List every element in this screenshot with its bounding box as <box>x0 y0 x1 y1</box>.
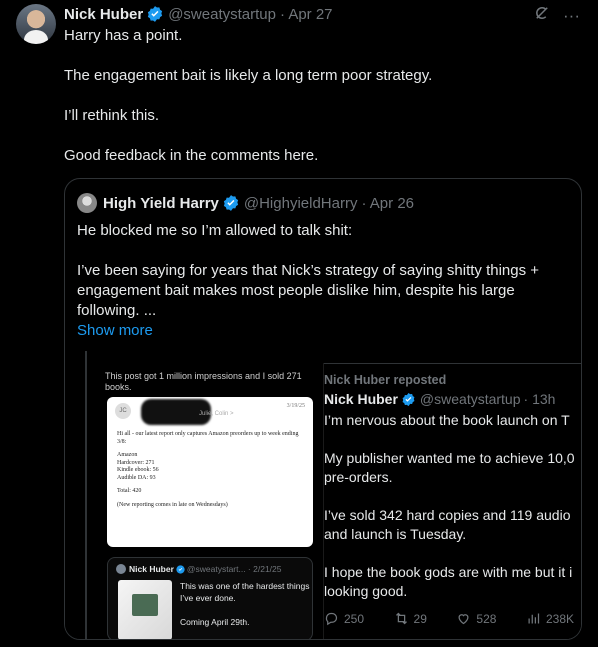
reply-stat: 250 <box>324 611 364 626</box>
email-date: 3/19/25 <box>286 403 305 409</box>
tweet-date[interactable]: · Apr 27 <box>280 6 333 23</box>
tweet-text: Harry has a point. The engagement bait i… <box>64 26 584 186</box>
quote-author-handle: @HighyieldHarry <box>243 194 358 212</box>
like-stat: 528 <box>456 611 496 626</box>
repost-line: I’ve sold 342 hard copies and 119 audio … <box>324 507 571 542</box>
embedded-tweet-text: This was one of the hardest things I’ve … <box>180 580 310 628</box>
email-recipients: Julie, Colin > <box>199 411 234 417</box>
verified-badge-icon <box>148 6 163 22</box>
email-line: Hardcover: 271 <box>117 459 155 466</box>
thread-line <box>85 351 87 639</box>
like-count: 528 <box>476 611 497 626</box>
repost-count: 29 <box>413 611 427 626</box>
verified-badge-icon <box>223 195 238 211</box>
tweet-top-actions: ··· <box>533 4 580 27</box>
email-line: Kindle ebook: 56 <box>117 467 159 473</box>
email-line: Amazon <box>117 452 138 458</box>
repost-icon <box>395 612 407 625</box>
repost-actions: 250 29 528 238K <box>324 611 581 626</box>
email-note: (New reporting comes in late on Wednesda… <box>117 501 228 508</box>
more-options-icon[interactable]: ··· <box>563 6 580 26</box>
verified-badge-icon <box>176 564 185 574</box>
verified-badge-icon <box>402 392 415 406</box>
email-figures: Amazon Hardcover: 271 Kindle ebook: 56 A… <box>117 452 303 482</box>
analytics-icon <box>528 613 540 624</box>
author-name[interactable]: Nick Huber <box>64 6 143 23</box>
book-cover-image <box>118 580 172 639</box>
embedded-tweet: Nick Huber @sweatystart... · 2/21/25 Thi… <box>107 557 313 639</box>
inner-post-text: This post got 1 million impressions and … <box>105 371 302 392</box>
tweet[interactable]: Nick Huber @sweatystartup · Apr 27 ··· H… <box>0 0 598 647</box>
repost-line: My publisher wanted me to achieve 10,0 p… <box>324 450 575 485</box>
divider <box>324 363 581 364</box>
embedded-handle-date: @sweatystart... · 2/21/25 <box>186 564 282 574</box>
quote-text: He blocked me so I’m allowed to talk shi… <box>77 221 571 341</box>
repost-handle: @sweatystartup <box>419 391 521 407</box>
repost-line: I’m nervous about the book launch on T <box>324 412 570 428</box>
tweet-line: Good feedback in the comments here. <box>64 147 319 164</box>
reply-icon <box>325 612 338 626</box>
reposted-tweet: Nick Huber reposted Nick Huber @sweatyst… <box>323 363 581 639</box>
quote-line: I’ve been saying for years that Nick’s s… <box>77 262 540 319</box>
tweet-line: I’ll rethink this. <box>64 107 160 124</box>
quote-author-avatar <box>77 193 97 213</box>
embedded-line: This was one of the hardest things I’ve … <box>180 581 310 603</box>
views-stat: 238K <box>526 611 574 626</box>
repost-header: Nick Huber @sweatystartup · 13h <box>324 391 555 407</box>
repost-text: I’m nervous about the book launch on T M… <box>324 411 581 620</box>
reply-count: 250 <box>344 611 365 626</box>
embedded-avatar <box>116 564 126 574</box>
repost-time: · 13h <box>523 391 556 407</box>
repost-stat: 29 <box>394 611 427 626</box>
quote-line: He blocked me so I’m allowed to talk shi… <box>77 222 353 239</box>
repost-author-name: Nick Huber <box>324 391 398 407</box>
show-more-link[interactable]: Show more <box>77 321 571 341</box>
email-line: Audible DA: 93 <box>117 474 156 481</box>
email-screenshot: JC Julie, Colin > 3/19/25 Hi all - our l… <box>107 397 313 547</box>
author-handle[interactable]: @sweatystartup <box>168 6 276 23</box>
heart-icon <box>458 614 469 625</box>
author-avatar[interactable] <box>16 4 56 44</box>
email-avatar: JC <box>115 403 131 419</box>
tweet-line: The engagement bait is likely a long ter… <box>64 67 433 84</box>
embedded-coming: Coming April 29th. <box>180 617 250 627</box>
quote-author-name: High Yield Harry <box>103 194 219 212</box>
repost-label: Nick Huber reposted <box>324 373 447 387</box>
embedded-tweet-header: Nick Huber @sweatystart... · 2/21/25 <box>116 564 282 574</box>
quote-image[interactable]: This post got 1 million impressions and … <box>65 351 581 639</box>
repost-line: I hope the book gods are with me but it … <box>324 564 573 599</box>
grok-icon[interactable] <box>533 4 551 27</box>
quote-header: High Yield Harry @HighyieldHarry · Apr 2… <box>77 193 414 213</box>
email-total: Total: 420 <box>117 488 142 494</box>
views-count: 238K <box>545 611 574 626</box>
email-body: Hi all - our latest report only captures… <box>117 431 303 515</box>
tweet-line: Harry has a point. <box>64 27 183 44</box>
email-greeting: Hi all - our latest report only captures… <box>117 431 299 445</box>
quote-date: · Apr 26 <box>361 194 414 212</box>
tweet-header: Nick Huber @sweatystartup · Apr 27 <box>64 4 333 24</box>
quoted-tweet[interactable]: High Yield Harry @HighyieldHarry · Apr 2… <box>64 178 582 640</box>
embedded-author-name: Nick Huber <box>129 564 174 574</box>
